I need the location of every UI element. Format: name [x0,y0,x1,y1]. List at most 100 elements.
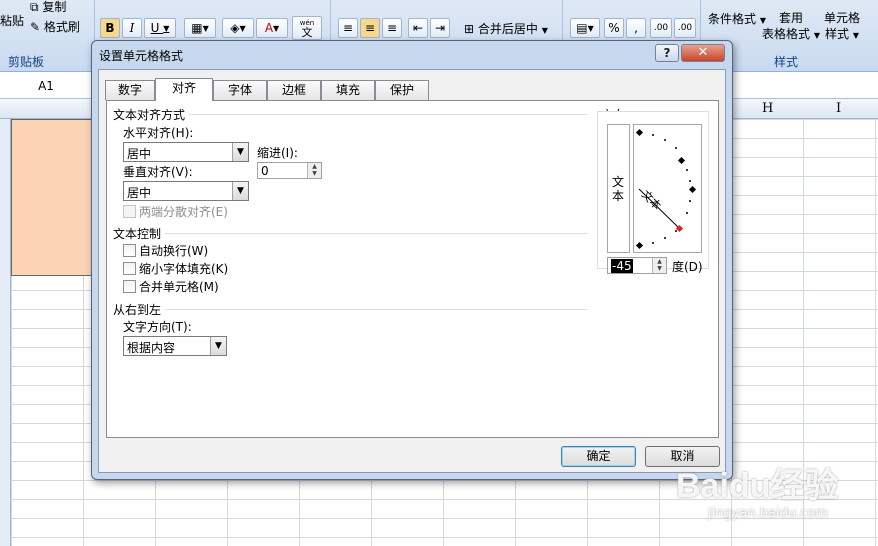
text-direction-value: 根据内容 [127,341,176,355]
dialog-titlebar[interactable]: 设置单元格格式 ? ✕ [92,41,732,69]
dial-dot [675,147,677,149]
fill-color-button[interactable]: ◈ ▼ [222,18,254,38]
help-button[interactable]: ? [655,44,679,62]
tab-alignment[interactable]: 对齐 [155,78,213,101]
alignment-tab-panel: 文本对齐方式 水平对齐(H): 居中 ▼ 缩进(I): 0 ▲ ▼ 垂直对齐(V)… [106,100,719,438]
degree-stepper[interactable]: -45 ▲ ▼ [607,257,667,274]
indent-icon: ⇥ [434,21,446,35]
conditional-format-button[interactable]: 条件格式 ▼ [708,10,766,27]
section-divider [165,309,587,310]
vertical-align-value: 居中 [127,186,152,200]
dial-dot [664,237,666,239]
phonetic-button[interactable]: wén 文 [292,16,322,40]
spin-arrows-icon[interactable]: ▲ ▼ [652,258,666,273]
tab-border[interactable]: 边框 [267,80,321,100]
bold-button[interactable]: B [100,18,120,38]
chevron-down-icon: ▼ [273,23,280,33]
font-color-label: A [264,21,274,35]
tab-font[interactable]: 字体 [213,80,267,100]
underline-button[interactable]: U ▼ [144,18,176,38]
font-color-button[interactable]: A ▼ [256,18,288,38]
paste-button[interactable]: 粘贴 [0,12,24,29]
indent-value: 0 [261,164,269,178]
border-icon: ▦ [191,21,203,35]
text-control-section-title: 文本控制 [113,227,162,241]
conditional-format-label: 条件格式 [708,12,757,26]
align-left-icon: ≡ [342,21,354,35]
cell-styles-button[interactable]: 单元格 样式 ▼ [824,10,860,44]
dialog-title: 设置单元格格式 [99,49,184,63]
dial-marker [677,156,686,165]
copy-label: 复制 [42,0,67,14]
shrink-to-fit-label: 缩小字体填充(K) [139,262,229,276]
text-alignment-section-title: 文本对齐方式 [113,108,186,122]
chevron-down-icon[interactable]: ▼ [232,143,248,161]
dial-marker [688,185,697,194]
border-button[interactable]: ▦ ▼ [184,18,216,38]
dialog-body: 数字 对齐 字体 边框 填充 保护 文本对齐方式 水平对齐(H): 居中 ▼ 缩… [98,69,726,473]
column-i-header[interactable]: I [836,101,841,116]
vertical-text-button[interactable]: 文本 [607,124,630,253]
tab-protection[interactable]: 保护 [375,80,429,100]
percent-button[interactable]: % [604,18,624,38]
chevron-down-icon: ▼ [239,23,246,33]
chevron-down-icon: ▼ [587,23,594,33]
horizontal-align-label: 水平对齐(H): [123,126,194,140]
align-right-icon: ≡ [386,21,398,35]
decrease-decimal-button[interactable]: .00 [674,18,696,38]
degree-label: 度(D) [672,260,703,274]
ok-button[interactable]: 确定 [561,446,636,467]
increase-indent-button[interactable]: ⇥ [430,18,450,38]
increase-decimal-button[interactable]: .00 [650,18,672,38]
spin-arrows-icon[interactable]: ▲ ▼ [307,163,321,178]
chevron-down-icon[interactable]: ▼ [210,337,226,355]
align-center-icon: ≡ [364,21,376,35]
merge-center-button[interactable]: ⊞ 合并后居中 ▼ [464,20,548,37]
horizontal-align-value: 居中 [127,147,152,161]
align-center-button[interactable]: ≡ [360,18,380,38]
paint-bucket-icon: ◈ [230,21,240,35]
orientation-box: 文本 文本 -45 ▲ ▼ 度(D) [597,111,709,274]
wrap-text-checkbox[interactable] [123,244,136,257]
dial-dot [675,230,677,232]
dial-dot [664,139,666,141]
text-direction-label: 文字方向(T): [123,320,192,334]
dial-text-label: 文本 [639,187,664,212]
degree-value: -45 [611,259,633,273]
horizontal-align-select[interactable]: 居中 ▼ [123,142,249,162]
format-painter-button[interactable]: ✎ 格式刷 [30,18,80,35]
section-divider [189,114,587,115]
close-button[interactable]: ✕ [681,44,725,62]
column-h-header[interactable]: H [762,101,773,116]
baidu-watermark-url: jingyan.baidu.com [708,506,828,521]
merge-cells-label: 合并单元格(M) [139,280,219,294]
tab-number[interactable]: 数字 [105,80,155,100]
decrease-indent-button[interactable]: ⇤ [408,18,428,38]
align-left-button[interactable]: ≡ [338,18,358,38]
styles-group-label: 样式 [774,55,799,69]
copy-icon: ⧉ [30,0,39,14]
merge-cells-checkbox[interactable] [123,280,136,293]
shrink-to-fit-checkbox[interactable] [123,262,136,275]
format-as-table-button[interactable]: 套用 表格格式 ▼ [762,10,820,44]
baidu-watermark: Baidu经验 [676,467,839,505]
orientation-dial[interactable]: 文本 [633,124,702,253]
tab-fill[interactable]: 填充 [321,80,375,100]
selected-cell-range[interactable] [11,119,99,276]
italic-button[interactable]: I [122,18,142,38]
currency-button[interactable]: ▤ ▼ [570,18,600,38]
comma-button[interactable]: , [626,18,646,38]
text-direction-select[interactable]: 根据内容 ▼ [123,336,227,356]
align-right-button[interactable]: ≡ [382,18,402,38]
justify-distributed-checkbox [123,205,136,218]
name-box[interactable]: A1 [0,76,92,96]
indent-label: 缩进(I): [257,146,298,160]
dial-marker [635,128,644,137]
dial-dot [686,169,688,171]
chevron-down-icon: ▼ [813,31,820,40]
copy-button[interactable]: ⧉ 复制 [30,0,66,15]
chevron-down-icon: ▼ [852,31,859,40]
chevron-down-icon[interactable]: ▼ [232,182,248,200]
indent-stepper[interactable]: 0 ▲ ▼ [257,162,322,179]
vertical-align-select[interactable]: 居中 ▼ [123,181,249,201]
